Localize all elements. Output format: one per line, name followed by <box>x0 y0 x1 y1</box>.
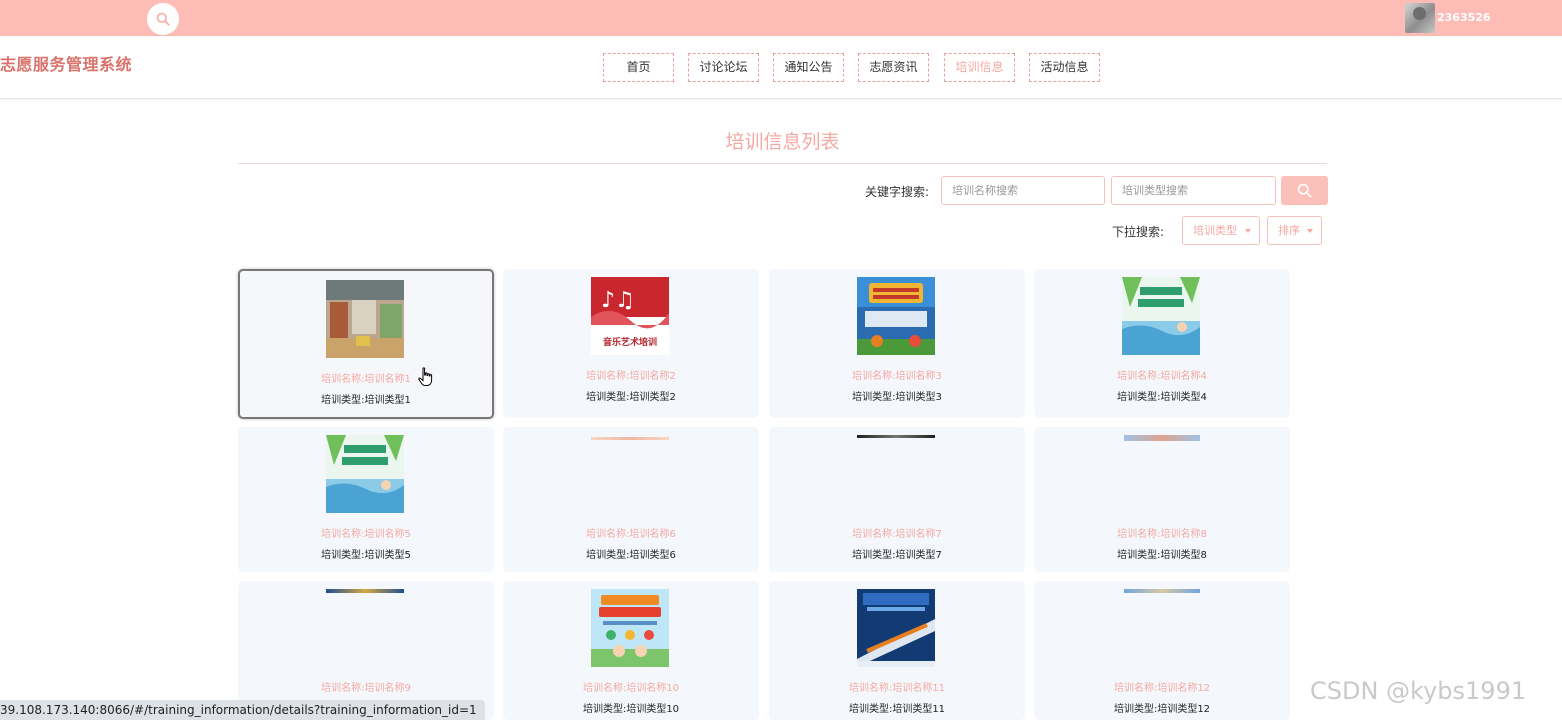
training-name: 培训名称:培训名称12 <box>1113 683 1211 694</box>
training-image-loading <box>326 589 404 593</box>
training-name: 培训名称:培训名称3 <box>852 371 942 382</box>
training-card[interactable]: 培训名称:培训名称7 培训类型:培训类型7 <box>769 427 1025 572</box>
nav-item-home[interactable]: 首页 <box>603 53 674 82</box>
sort-dropdown[interactable]: 排序 <box>1267 216 1322 245</box>
search-button[interactable] <box>1281 176 1328 205</box>
training-image <box>326 435 404 513</box>
training-type: 培训类型:培训类型10 <box>582 704 680 715</box>
training-image: ♪♫ 音乐艺术培训 <box>591 277 669 355</box>
training-type: 培训类型:培训类型7 <box>852 550 942 561</box>
training-name: 培训名称:培训名称4 <box>1117 371 1207 382</box>
keyword-search-label: 关键字搜索: <box>865 185 930 199</box>
name-search-input[interactable]: 培训名称搜索 <box>941 176 1105 205</box>
training-card[interactable]: ♪♫ 音乐艺术培训 培训名称:培训名称2 培训类型:培训类型2 <box>503 269 759 418</box>
title-divider <box>238 163 1327 164</box>
training-type: 培训类型:培训类型8 <box>1117 550 1207 561</box>
username[interactable]: 2363526 <box>1437 11 1491 24</box>
training-card[interactable]: 培训名称:培训名称5 培训类型:培训类型5 <box>238 427 494 572</box>
training-image-loading <box>591 437 669 440</box>
top-bar: 2363526 <box>0 0 1562 36</box>
training-image <box>1122 277 1200 355</box>
training-image <box>857 277 935 355</box>
top-search-button[interactable] <box>147 3 179 35</box>
training-image <box>591 589 669 667</box>
training-name: 培训名称:培训名称7 <box>852 529 942 540</box>
training-card[interactable]: 培训名称:培训名称6 培训类型:培训类型6 <box>503 427 759 572</box>
training-type: 培训类型:培训类型12 <box>1113 704 1211 715</box>
training-name: 培训名称:培训名称9 <box>321 683 411 694</box>
training-type: 培训类型:培训类型3 <box>852 392 942 403</box>
training-card[interactable]: 培训名称:培训名称8 培训类型:培训类型8 <box>1034 427 1290 572</box>
training-name: 培训名称:培训名称11 <box>848 683 946 694</box>
nav-item-forum[interactable]: 讨论论坛 <box>688 53 759 82</box>
watermark: CSDN @kybs1991 <box>1310 677 1527 705</box>
chevron-down-icon <box>1245 229 1251 233</box>
training-type: 培训类型:培训类型1 <box>321 395 411 406</box>
nav-item-news[interactable]: 志愿资讯 <box>858 53 929 82</box>
training-image <box>326 280 404 358</box>
training-type: 培训类型:培训类型6 <box>586 550 676 561</box>
training-name: 培训名称:培训名称5 <box>321 529 411 540</box>
training-card[interactable]: 培训名称:培训名称11 培训类型:培训类型11 <box>769 581 1025 720</box>
chevron-down-icon <box>1307 229 1313 233</box>
page-title: 培训信息列表 <box>725 131 840 153</box>
sort-dropdown-label: 排序 <box>1278 224 1300 237</box>
training-image <box>857 589 935 667</box>
training-type-dropdown[interactable]: 培训类型 <box>1182 216 1260 245</box>
nav-item-activity[interactable]: 活动信息 <box>1029 53 1100 82</box>
site-title: 志愿服务管理系统 <box>0 55 133 74</box>
training-card[interactable]: 培训名称:培训名称1 培训类型:培训类型1 <box>238 269 494 419</box>
training-image-loading <box>1124 435 1200 441</box>
training-type: 培训类型:培训类型11 <box>848 704 946 715</box>
training-name: 培训名称:培训名称2 <box>586 371 676 382</box>
training-type: 培训类型:培训类型4 <box>1117 392 1207 403</box>
status-url-bar: 39.108.173.140:8066/#/training_informati… <box>0 700 485 720</box>
avatar[interactable] <box>1405 3 1435 33</box>
training-image-loading <box>1124 589 1200 593</box>
nav-item-notice[interactable]: 通知公告 <box>773 53 844 82</box>
training-name: 培训名称:培训名称1 <box>321 374 411 385</box>
nav-item-training[interactable]: 培训信息 <box>944 53 1015 82</box>
svg-text:♪♫: ♪♫ <box>601 288 635 313</box>
training-card[interactable]: 培训名称:培训名称4 培训类型:培训类型4 <box>1034 269 1290 418</box>
training-type: 培训类型:培训类型5 <box>321 550 411 561</box>
training-card[interactable]: 培训名称:培训名称3 培训类型:培训类型3 <box>769 269 1025 418</box>
type-search-input[interactable]: 培训类型搜索 <box>1111 176 1276 205</box>
training-image-loading <box>857 435 935 438</box>
search-icon <box>156 12 170 26</box>
training-type: 培训类型:培训类型2 <box>586 392 676 403</box>
training-name: 培训名称:培训名称6 <box>586 529 676 540</box>
training-name: 培训名称:培训名称10 <box>582 683 680 694</box>
poster-caption: 音乐艺术培训 <box>603 336 657 348</box>
training-card[interactable]: 培训名称:培训名称12 培训类型:培训类型12 <box>1034 581 1290 720</box>
training-card[interactable]: 培训名称:培训名称10 培训类型:培训类型10 <box>503 581 759 720</box>
training-name: 培训名称:培训名称8 <box>1117 529 1207 540</box>
training-type-dropdown-label: 培训类型 <box>1193 224 1237 237</box>
search-icon <box>1297 183 1312 198</box>
hand-pointer-icon <box>418 367 433 386</box>
main-nav: 志愿服务管理系统 首页 讨论论坛 通知公告 志愿资讯 培训信息 活动信息 <box>0 36 1562 99</box>
dropdown-search-label: 下拉搜索: <box>1112 225 1165 239</box>
